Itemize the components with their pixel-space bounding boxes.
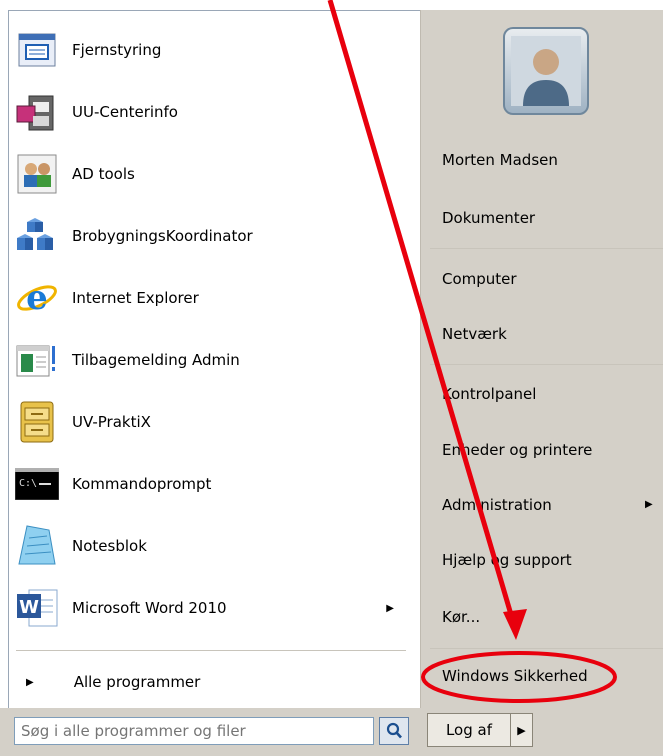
brobygning-icon (14, 213, 60, 259)
search-box[interactable] (14, 717, 374, 745)
devices-printers-link[interactable]: Enheder og printere (442, 441, 592, 459)
log-off-button[interactable]: Log af (427, 713, 511, 747)
program-label: AD tools (72, 165, 135, 183)
notepad-icon (14, 523, 60, 569)
all-programs-arrow-icon: ▶ (26, 676, 34, 688)
log-off-label: Log af (445, 721, 493, 739)
tilbagemelding-icon (14, 337, 60, 383)
program-label: Internet Explorer (72, 289, 199, 307)
computer-link[interactable]: Computer (442, 270, 517, 288)
program-item-tilbagemelding-admin[interactable]: Tilbagemelding Admin (10, 332, 410, 388)
program-label: Microsoft Word 2010 (72, 599, 227, 617)
separator (430, 364, 663, 365)
documents-link[interactable]: Dokumenter (442, 209, 535, 227)
administration-link[interactable]: Administration (442, 496, 552, 514)
program-item-internet-explorer[interactable]: e Internet Explorer (10, 270, 410, 326)
uu-centerinfo-icon (14, 89, 60, 135)
arrow-right-icon: ▶ (517, 723, 526, 737)
command-prompt-icon: C:\ (14, 461, 60, 507)
search-input[interactable] (15, 718, 373, 744)
separator (430, 648, 663, 649)
program-item-brobygningskoordinator[interactable]: BrobygningsKoordinator (10, 208, 410, 264)
svg-text:W: W (19, 597, 39, 618)
all-programs-label: Alle programmer (73, 673, 201, 691)
start-menu: Fjernstyring UU-Centerinfo AD tools Brob… (0, 0, 663, 756)
separator (16, 650, 406, 651)
pane-divider (420, 10, 421, 708)
program-item-uv-praktix[interactable]: UV-PraktiX (10, 394, 410, 450)
program-item-kommandoprompt[interactable]: C:\ Kommandoprompt (10, 456, 410, 512)
all-programs-button[interactable]: ▶ Alle programmer (10, 658, 410, 706)
program-item-ad-tools[interactable]: AD tools (10, 146, 410, 202)
control-panel-link[interactable]: Kontrolpanel (442, 385, 536, 403)
program-label: UV-PraktiX (72, 413, 151, 431)
uv-praktix-icon (14, 399, 60, 445)
shutdown-options-button[interactable]: ▶ (511, 713, 533, 747)
administration-arrow-icon: ▶ (645, 499, 653, 510)
ad-tools-icon (14, 151, 60, 197)
program-item-fjernstyring[interactable]: Fjernstyring (10, 22, 410, 78)
internet-explorer-icon: e (14, 275, 60, 321)
separator (430, 248, 663, 249)
windows-security-link[interactable]: Windows Sikkerhed (442, 667, 588, 685)
program-item-notesblok[interactable]: Notesblok (10, 518, 410, 574)
svg-text:e: e (26, 278, 48, 318)
network-link[interactable]: Netværk (442, 325, 507, 343)
search-icon (386, 722, 402, 739)
user-picture[interactable] (503, 27, 589, 115)
program-label: BrobygningsKoordinator (72, 227, 253, 245)
program-label: UU-Centerinfo (72, 103, 178, 121)
user-link[interactable]: Morten Madsen (442, 151, 558, 169)
word-icon: W (14, 585, 60, 631)
program-label: Tilbagemelding Admin (72, 351, 240, 369)
remote-desktop-icon (14, 27, 60, 73)
program-label: Kommandoprompt (72, 475, 212, 493)
submenu-arrow-icon[interactable]: ▶ (386, 603, 394, 614)
search-button[interactable] (379, 717, 409, 745)
program-label: Notesblok (72, 537, 147, 555)
svg-text:C:\: C:\ (19, 478, 37, 489)
help-support-link[interactable]: Hjælp og support (442, 551, 572, 569)
user-avatar-icon (511, 36, 581, 106)
program-item-word-2010[interactable]: W Microsoft Word 2010 ▶ (10, 580, 410, 636)
run-link[interactable]: Kør... (442, 608, 480, 626)
program-item-uu-centerinfo[interactable]: UU-Centerinfo (10, 84, 410, 140)
program-label: Fjernstyring (72, 41, 162, 59)
